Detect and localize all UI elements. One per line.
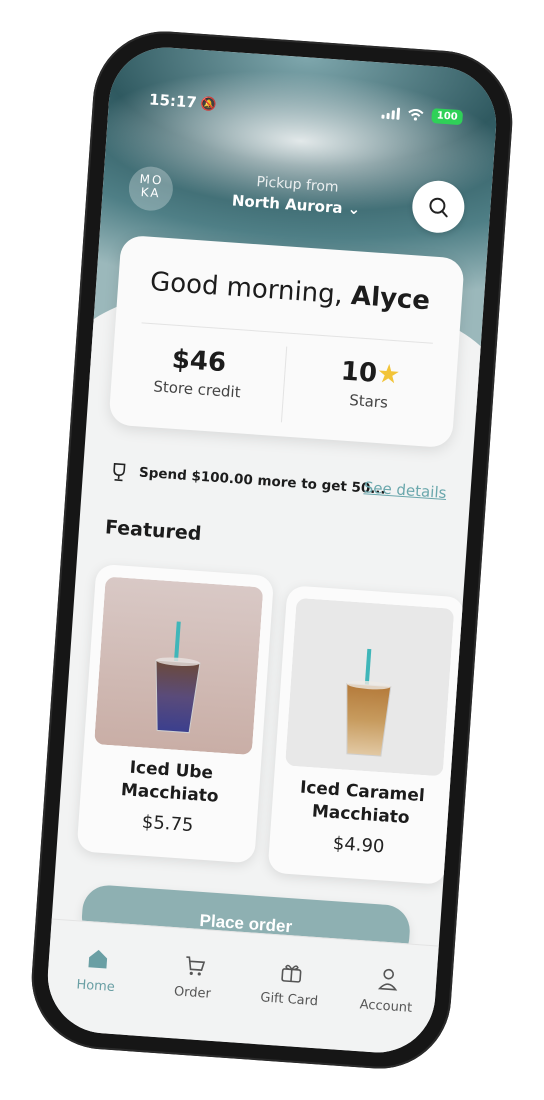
search-icon	[429, 197, 448, 218]
featured-heading: Featured	[104, 516, 203, 546]
product-card[interactable]: Iced Ube Macchiato $5.75	[76, 563, 275, 864]
product-name: Iced Caramel Macchiato	[299, 777, 426, 829]
tab-home[interactable]: Home	[47, 939, 147, 997]
greeting-prefix: Good morning,	[149, 266, 344, 311]
tab-gift-card[interactable]: Gift Card	[240, 953, 340, 1011]
cart-icon	[145, 946, 244, 985]
tab-gift-card-label: Gift Card	[259, 990, 319, 1010]
see-details-link[interactable]: See details	[363, 478, 447, 502]
promo-text: Spend $100.00 more to get 50...	[138, 464, 387, 498]
stars-value: 10	[339, 356, 379, 389]
product-name: Iced Ube Macchiato	[120, 757, 220, 807]
status-time: 15:17 🔕	[149, 90, 218, 113]
iced-ube-drink-image	[94, 576, 264, 756]
product-price: $5.75	[141, 811, 195, 837]
tab-order-label: Order	[173, 984, 212, 1002]
product-image	[285, 597, 455, 777]
battery-indicator: 100	[431, 108, 464, 126]
tab-account-label: Account	[359, 997, 413, 1016]
wifi-icon	[408, 108, 424, 121]
person-icon	[338, 960, 437, 999]
rewards-summary-card: Good morning, Alyce $46 Store credit 10★…	[108, 234, 465, 449]
card-divider	[141, 322, 433, 344]
store-credit-stat[interactable]: $46 Store credit	[111, 340, 286, 404]
promo-banner: Spend $100.00 more to get 50... See deta…	[108, 460, 447, 508]
signal-icon	[381, 106, 401, 120]
stars-stat[interactable]: 10★ Stars	[282, 352, 457, 416]
product-image	[94, 576, 264, 756]
star-icon: ★	[375, 358, 402, 391]
user-name: Alyce	[350, 280, 431, 317]
product-price: $4.90	[332, 832, 386, 858]
phone-frame: 15:17 🔕 100 MO KA Pickup from North Auro…	[26, 26, 518, 1074]
iced-caramel-drink-image	[285, 597, 455, 777]
stage: 15:17 🔕 100 MO KA Pickup from North Auro…	[0, 0, 544, 1100]
greeting: Good morning, Alyce	[117, 265, 462, 319]
phone-screen: 15:17 🔕 100 MO KA Pickup from North Auro…	[44, 43, 500, 1057]
tab-home-label: Home	[75, 977, 116, 996]
product-card[interactable]: Iced Caramel Macchiato $4.90	[267, 585, 466, 885]
tab-account[interactable]: Account	[337, 960, 437, 1018]
featured-products: Iced Ube Macchiato $5.75 Iced Caramel Ma…	[76, 563, 466, 885]
tab-order[interactable]: Order	[143, 946, 243, 1004]
chevron-down-icon: ⌄	[347, 199, 361, 219]
bell-muted-icon: 🔕	[200, 96, 218, 114]
gift-icon	[242, 953, 341, 992]
home-icon	[48, 939, 147, 978]
status-time-text: 15:17	[148, 90, 198, 112]
trophy-icon	[113, 462, 126, 482]
